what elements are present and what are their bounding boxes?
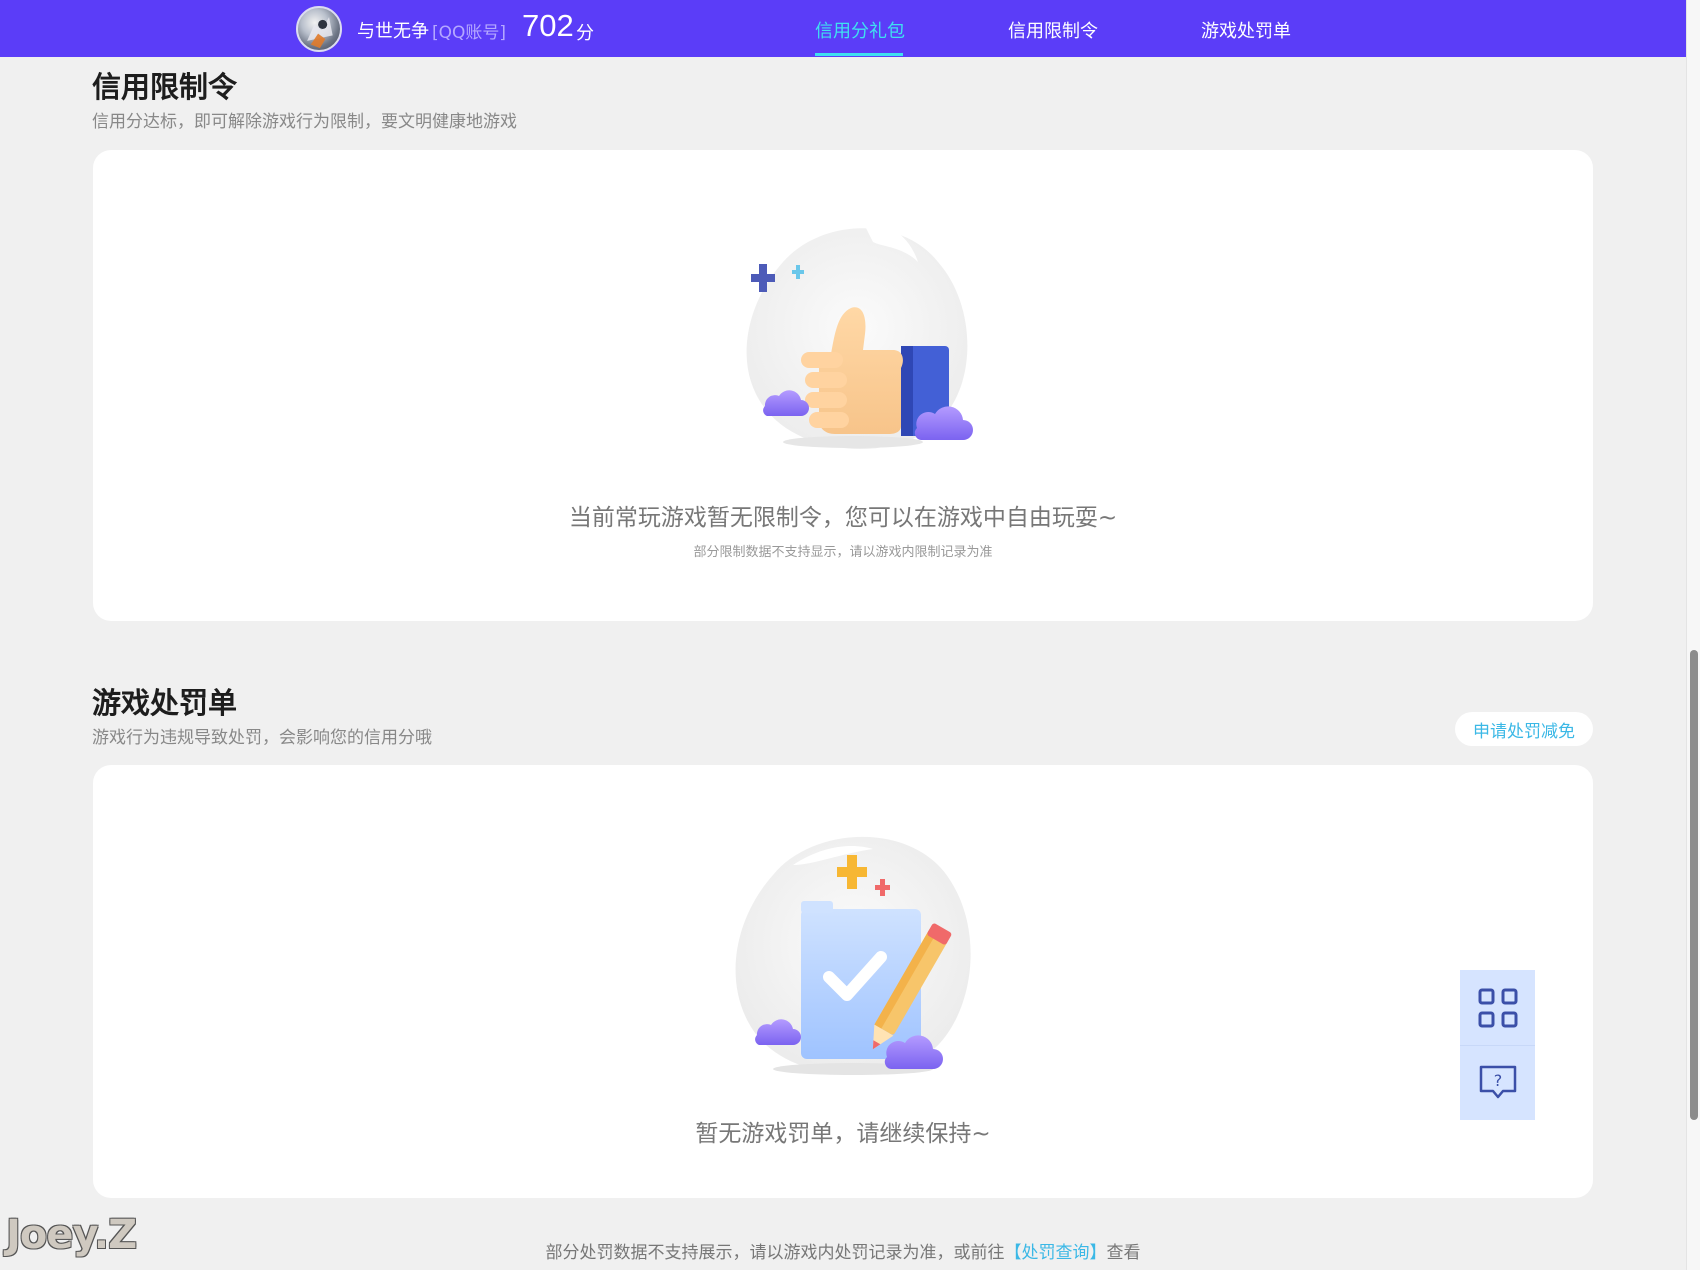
svg-text:?: ? — [1493, 1071, 1502, 1090]
top-nav-bar: 与世无争 [QQ账号] 702 分 信用分礼包 信用限制令 游戏处罚单 — [0, 0, 1686, 57]
active-tab-underline — [815, 53, 903, 56]
help-feedback-button[interactable]: ? — [1460, 1045, 1535, 1120]
user-avatar[interactable] — [296, 6, 342, 52]
account-type-label: [QQ账号] — [432, 23, 507, 43]
restrictions-card: 当前常玩游戏暂无限制令，您可以在游戏中自由玩耍~ 部分限制数据不支持显示，请以游… — [93, 150, 1593, 621]
penalties-card: 暂无游戏罚单，请继续保持~ — [93, 765, 1593, 1198]
watermark: Joey.Z — [6, 1212, 137, 1258]
tab-credit-restrictions[interactable]: 信用限制令 — [1008, 17, 1098, 43]
restrictions-section-subtitle: 信用分达标，即可解除游戏行为限制，要文明健康地游戏 — [92, 112, 517, 132]
page-scrollbar[interactable] — [1686, 0, 1700, 1270]
restrictions-section-title: 信用限制令 — [92, 70, 238, 104]
penalties-section-title: 游戏处罚单 — [92, 686, 238, 720]
apply-penalty-reduction-button[interactable]: 申请处罚减免 — [1455, 712, 1593, 746]
user-nickname: 与世无争 — [357, 21, 429, 42]
scrollbar-thumb[interactable] — [1690, 650, 1698, 1120]
penalty-query-link[interactable]: 【处罚查询】 — [1005, 1243, 1107, 1263]
restrictions-empty-text: 当前常玩游戏暂无限制令，您可以在游戏中自由玩耍~ — [568, 505, 1118, 531]
qr-code-icon — [1478, 988, 1517, 1027]
help-chat-icon: ? — [1479, 1065, 1516, 1099]
credit-score-unit: 分 — [576, 23, 594, 44]
qr-code-button[interactable] — [1460, 970, 1535, 1045]
footer-note-suffix: 查看 — [1106, 1243, 1141, 1263]
restrictions-note: 部分限制数据不支持显示，请以游戏内限制记录为准 — [693, 545, 993, 560]
floating-toolbar: ? — [1460, 970, 1535, 1120]
checklist-pencil-illustration — [735, 836, 971, 1075]
penalties-section-subtitle: 游戏行为违规导致处罚，会影响您的信用分哦 — [92, 728, 432, 748]
tab-credit-gift[interactable]: 信用分礼包 — [815, 17, 905, 43]
thumbs-up-illustration — [746, 222, 973, 450]
footer-note-prefix: 部分处罚数据不支持展示，请以游戏内处罚记录为准，或前往 — [545, 1243, 1005, 1263]
tab-game-penalties[interactable]: 游戏处罚单 — [1201, 17, 1291, 43]
footer-note: 部分处罚数据不支持展示，请以游戏内处罚记录为准，或前往【处罚查询】查看 — [0, 1238, 1686, 1263]
credit-score: 702 — [522, 8, 574, 43]
penalties-empty-text: 暂无游戏罚单，请继续保持~ — [695, 1121, 991, 1147]
